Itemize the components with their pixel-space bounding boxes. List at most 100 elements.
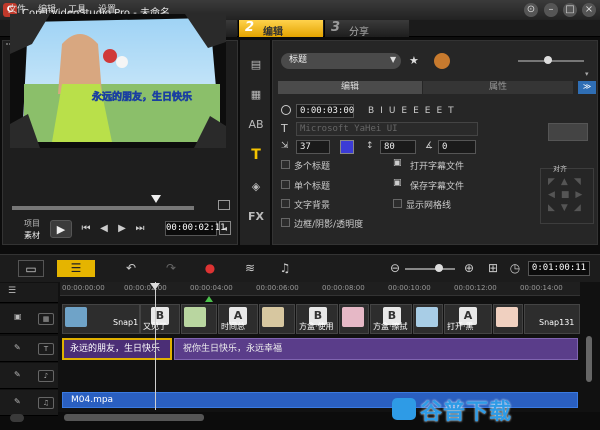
tab-attributes[interactable]: 属性 — [423, 81, 573, 94]
close-button[interactable]: × — [582, 3, 596, 17]
track-manager-icon[interactable]: ☰ — [8, 286, 16, 296]
save-file-icon[interactable]: ▣ — [393, 178, 402, 188]
title-tool-icon[interactable]: T — [246, 146, 266, 164]
snapshot-icon[interactable] — [218, 200, 230, 210]
playhead-line[interactable] — [155, 282, 156, 410]
storyboard-view-icon[interactable]: ▭ — [18, 260, 44, 277]
ruler-tick: 00:00:14:00 — [520, 284, 563, 292]
splitter[interactable] — [0, 247, 600, 254]
save-subtitle-button[interactable]: 保存字幕文件 — [410, 179, 464, 192]
mode-project[interactable]: 项目 — [24, 218, 40, 229]
label-grid: 显示网格线 — [406, 201, 452, 211]
volume-icon[interactable]: ◂ — [219, 221, 231, 235]
music-track-toggle-icon[interactable]: ✎ — [14, 397, 21, 406]
timeline-zoom-button[interactable] — [10, 414, 24, 422]
video-clip[interactable]: A 打开·黑 — [444, 304, 492, 334]
home-icon[interactable]: ⏮ — [78, 222, 94, 236]
font-icon: T — [281, 122, 288, 135]
video-clip[interactable]: Snap131 — [524, 304, 580, 334]
slider-knob[interactable] — [544, 56, 552, 64]
video-clip[interactable]: A 时间总 — [218, 304, 258, 334]
video-clip[interactable]: Snap1 — [62, 304, 140, 334]
undo-icon[interactable]: ↶ — [118, 260, 144, 277]
clip-thumbnail — [416, 307, 438, 327]
angle-field[interactable]: 0 — [438, 140, 476, 154]
checkbox-text-background[interactable] — [281, 199, 290, 208]
options-icon[interactable] — [434, 53, 450, 69]
color-swatch[interactable] — [340, 140, 354, 154]
play-button[interactable]: ▶ — [50, 220, 72, 238]
filter-fx-icon[interactable]: FX — [246, 208, 266, 226]
zoom-in-icon[interactable]: ⊕ — [456, 260, 482, 277]
video-clip[interactable]: B 又见了 — [140, 304, 180, 334]
step-label: 编辑 — [263, 27, 283, 38]
preview-timecode[interactable]: 00:00:02:11 — [165, 221, 226, 236]
maximize-button[interactable]: □ — [563, 3, 577, 17]
tab-edit[interactable]: 编辑 — [278, 81, 422, 94]
video-clip[interactable] — [413, 304, 443, 334]
font-select[interactable]: Microsoft YaHei UI — [296, 122, 478, 136]
font-size-field[interactable]: 37 — [296, 140, 330, 154]
library-dropdown[interactable]: 标题 — [281, 53, 401, 69]
vertical-scrollbar[interactable] — [586, 336, 592, 382]
title-clip[interactable]: 祝你生日快乐，永远幸福 — [174, 338, 578, 360]
previous-frame-icon[interactable]: ◀ — [96, 222, 112, 236]
next-frame-icon[interactable]: ▶ — [114, 222, 130, 236]
dropdown-arrow-icon[interactable]: ▼ — [390, 55, 396, 64]
open-file-icon[interactable]: ▣ — [393, 158, 402, 168]
zoom-slider-knob[interactable] — [435, 264, 443, 272]
record-capture-icon[interactable]: ● — [197, 260, 223, 277]
line-spacing-field[interactable]: 80 — [380, 140, 416, 154]
open-subtitle-button[interactable]: 打开字幕文件 — [410, 159, 464, 172]
voice-track-toggle-icon[interactable]: ✎ — [14, 370, 21, 379]
marker-icon[interactable] — [205, 296, 213, 302]
mode-clip[interactable]: 素材 — [24, 230, 40, 241]
instant-project-icon[interactable]: ▦ — [246, 86, 266, 104]
media-library-icon[interactable]: ▤ — [246, 56, 266, 74]
step-share[interactable]: 3 分享 — [324, 20, 409, 38]
horizontal-scrollbar[interactable] — [64, 414, 204, 421]
checkbox-grid[interactable] — [393, 199, 402, 208]
graphic-icon[interactable]: ◈ — [246, 178, 266, 196]
collapse-options-button[interactable]: ≫ — [578, 81, 596, 94]
minimize-button[interactable]: – — [544, 3, 558, 17]
video-clip[interactable] — [259, 304, 295, 334]
end-icon[interactable]: ⏭ — [132, 222, 148, 236]
step-label: 分享 — [349, 27, 369, 38]
expand-chevron-icon[interactable]: ▾ — [585, 70, 589, 78]
video-clip[interactable] — [181, 304, 217, 334]
title-track-toggle-icon[interactable]: ✎ — [14, 343, 21, 352]
auto-music-icon[interactable]: ♫ — [272, 260, 298, 277]
step-edit[interactable]: 2 编辑 — [238, 20, 323, 38]
timeline-clock-icon: ◷ — [509, 261, 521, 275]
timeline-timecode[interactable]: 0:01:00:11 — [528, 261, 590, 276]
zoom-slider[interactable] — [405, 268, 455, 270]
line-spacing-icon: ↕ — [366, 141, 374, 151]
text-style-buttons[interactable]: BIUEEEET — [368, 106, 460, 116]
alignment-buttons[interactable]: ◤▲◥ ◀■▶ ◣▼◢ — [548, 176, 592, 215]
clip-label: 方盒·擦拭 — [373, 322, 408, 331]
video-track-toggle-icon[interactable]: ▣ — [14, 312, 22, 321]
video-clip[interactable]: B 方盒·擦拭 — [370, 304, 412, 334]
playhead-handle[interactable] — [150, 283, 160, 290]
redo-icon[interactable]: ↷ — [158, 260, 184, 277]
ruler-tick: 00:00:12:00 — [454, 284, 497, 292]
checkbox-border-shadow[interactable] — [281, 218, 290, 227]
scrubber-track[interactable] — [12, 206, 194, 210]
video-clip[interactable] — [493, 304, 523, 334]
help-icon[interactable]: ⊙ — [524, 3, 538, 17]
clip-label: Snap131 — [539, 318, 575, 327]
watermark-logo-icon — [392, 398, 416, 420]
add-favorite-icon[interactable]: ★ — [409, 54, 419, 67]
color-dropdown[interactable] — [548, 123, 588, 141]
clip-thumbnail — [342, 307, 364, 327]
transition-icon[interactable]: AB — [246, 116, 266, 134]
video-clip[interactable] — [339, 304, 369, 334]
checkbox-single-title[interactable] — [281, 180, 290, 189]
video-clip[interactable]: B 方盒·使用 — [296, 304, 338, 334]
sound-mixer-icon[interactable]: ≋ — [237, 260, 263, 277]
checkbox-multi-title[interactable] — [281, 160, 290, 169]
duration-field[interactable]: 0:00:03:00 — [296, 104, 354, 118]
scrubber-handle[interactable] — [150, 195, 161, 203]
timeline-view-icon[interactable]: ☰ — [57, 260, 95, 277]
